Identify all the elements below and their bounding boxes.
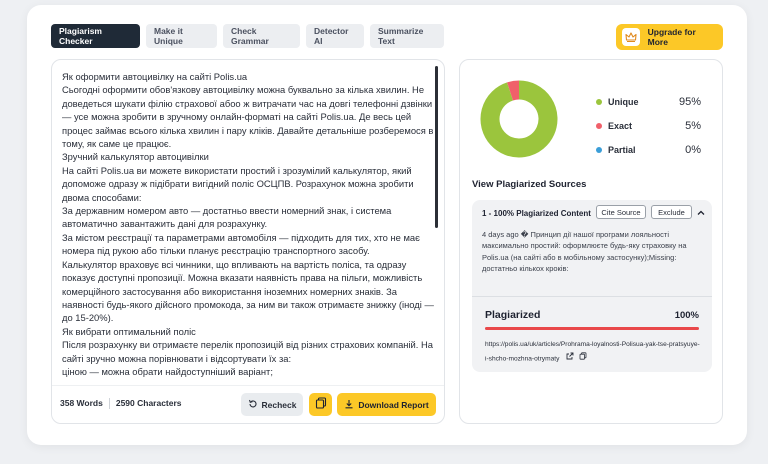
source-snippet: 4 days ago � Принцип дії нашої програми …	[482, 230, 687, 273]
source-title[interactable]: 1 - 100% Plagiarized Content	[482, 209, 600, 218]
text-stats: 358 Words 2590 Characters	[60, 398, 182, 409]
plagiarized-value: 100%	[674, 310, 699, 321]
main-card: Plagiarism Checker Make it Unique Check …	[27, 5, 747, 445]
word-count: 358 Words	[60, 398, 103, 408]
legend-dot	[596, 99, 602, 105]
legend-label: Unique	[608, 97, 639, 107]
text-editor[interactable]: Як оформити автоцивілку на сайті Polis.u…	[51, 59, 445, 424]
legend-dot	[596, 147, 602, 153]
editor-paragraph: Зручний калькулятор автоцивілки	[62, 151, 209, 163]
recheck-label: Recheck	[261, 399, 297, 410]
upgrade-label: Upgrade for More	[647, 27, 696, 47]
editor-paragraph: За державним номером авто — достатньо вв…	[62, 205, 392, 230]
editor-paragraph: На сайті Polis.ua ви можете використати …	[62, 164, 414, 203]
legend-item-exact: Exact 5%	[596, 114, 701, 138]
recheck-button[interactable]: Recheck	[241, 393, 303, 416]
legend-value: 95%	[678, 96, 701, 108]
legend-value: 5%	[685, 120, 701, 132]
editor-paragraph: ціною — можна обрати найдоступніший варі…	[62, 365, 273, 377]
cite-source-button[interactable]: Cite Source	[596, 205, 646, 219]
legend-label: Partial	[608, 145, 636, 155]
editor-paragraph: Як оформити автоцивілку на сайті Polis.u…	[62, 71, 248, 82]
plagiarized-progress-bar	[485, 327, 699, 330]
editor-paragraph: За містом реєстрації та параметрами авто…	[62, 231, 420, 257]
editor-content[interactable]: Як оформити автоцивілку на сайті Polis.u…	[62, 70, 434, 390]
source-card: 1 - 100% Plagiarized Content Cite Source…	[472, 200, 712, 372]
download-label: Download Report	[358, 399, 429, 410]
tab-detector-ai[interactable]: Detector AI	[306, 24, 364, 48]
stats-divider	[108, 398, 110, 409]
editor-footer: 358 Words 2590 Characters Recheck Downlo…	[52, 385, 444, 423]
tab-summarize-text[interactable]: Summarize Text	[370, 24, 444, 48]
editor-paragraph: Калькулятор враховує всі чинники, що впл…	[62, 258, 434, 324]
source-url[interactable]: https://polis.ua/uk/articles/Prohrama-lo…	[485, 339, 703, 366]
tab-check-grammar[interactable]: Check Grammar	[223, 24, 300, 48]
crown-icon	[622, 28, 640, 46]
exclude-button[interactable]: Exclude	[651, 205, 692, 219]
external-link-icon[interactable]	[566, 352, 574, 366]
download-icon	[344, 399, 354, 411]
tab-make-it-unique[interactable]: Make it Unique	[146, 24, 217, 48]
sources-title: View Plagiarized Sources	[472, 179, 587, 190]
tab-plagiarism-checker[interactable]: Plagiarism Checker	[51, 24, 140, 48]
refresh-icon	[248, 399, 258, 411]
character-count: 2590 Characters	[115, 398, 182, 408]
editor-paragraph: Після розрахунку ви отримаєте перелік пр…	[62, 339, 433, 364]
plagiarized-progress-fill	[485, 327, 699, 330]
donut-slice-exact	[507, 80, 520, 101]
copy-icon	[315, 396, 327, 414]
copy-button[interactable]	[309, 393, 332, 416]
chart-legend: Unique 95% Exact 5% Partial 0%	[596, 90, 701, 162]
results-panel: Unique 95% Exact 5% Partial 0% View Plag…	[459, 59, 723, 424]
legend-value: 0%	[685, 144, 701, 156]
legend-dot	[596, 123, 602, 129]
copy-link-icon[interactable]	[579, 351, 587, 366]
divider	[472, 296, 712, 297]
legend-item-partial: Partial 0%	[596, 138, 701, 162]
legend-item-unique: Unique 95%	[596, 90, 701, 114]
editor-scrollbar[interactable]	[435, 66, 438, 228]
upgrade-button[interactable]: Upgrade for More	[616, 24, 723, 50]
legend-label: Exact	[608, 121, 633, 131]
editor-paragraph: Як вибрати оптимальний поліс	[62, 325, 196, 337]
editor-paragraph: Сьогодні оформити обов'язкову автоцивілк…	[62, 84, 434, 150]
plagiarized-label: Plagiarized	[485, 309, 541, 321]
chevron-up-icon[interactable]	[695, 206, 707, 218]
plagiarism-donut-chart	[480, 80, 558, 158]
source-url-text[interactable]: https://polis.ua/uk/articles/Prohrama-lo…	[485, 341, 700, 362]
tool-tabs: Plagiarism Checker Make it Unique Check …	[51, 24, 444, 48]
download-report-button[interactable]: Download Report	[337, 393, 436, 416]
